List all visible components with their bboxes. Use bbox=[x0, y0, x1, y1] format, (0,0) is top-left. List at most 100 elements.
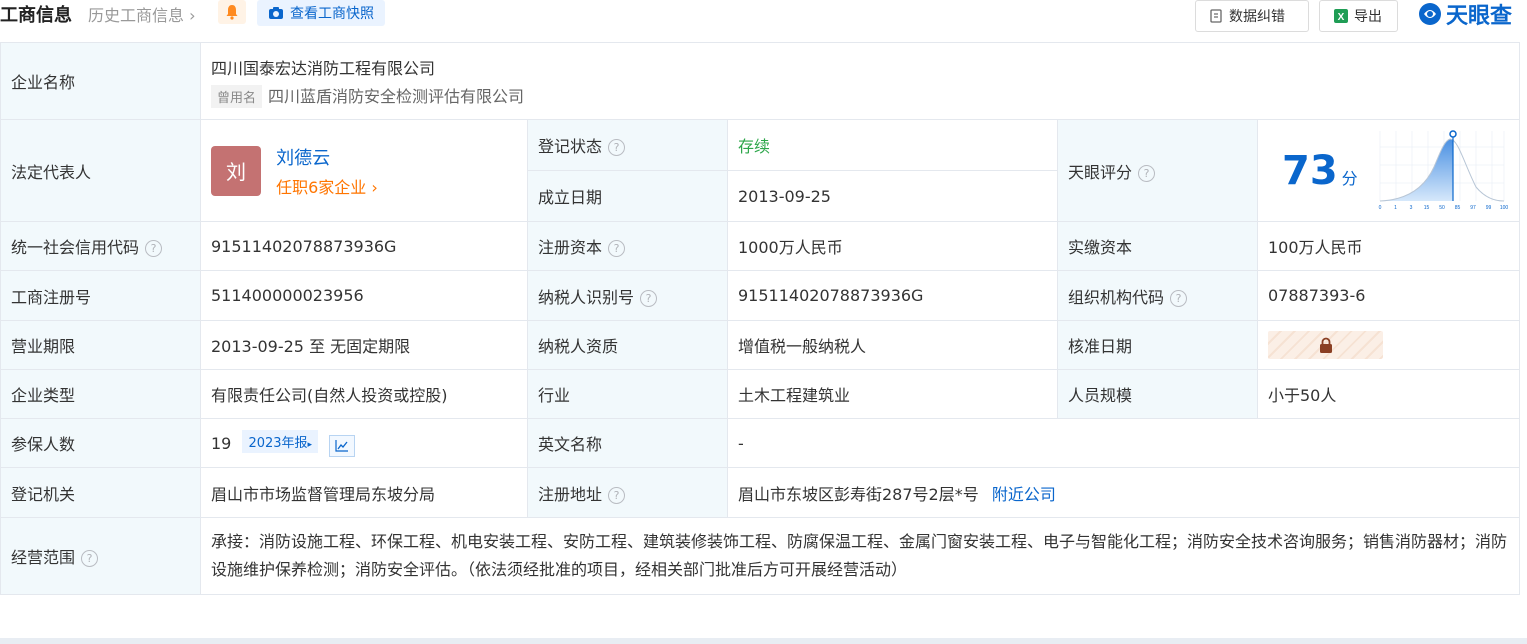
score-marker-dot bbox=[1448, 129, 1457, 138]
score-unit: 分 bbox=[1341, 168, 1358, 188]
help-icon[interactable]: ? bbox=[608, 240, 626, 257]
staff-label: 人员规模 bbox=[1057, 369, 1258, 419]
score-widget[interactable]: 73 分 0 1 3 15 50 85 97 99 100 bbox=[1268, 129, 1509, 213]
table-row: 企业类型 有限责任公司(自然人投资或控股) 行业 土木工程建筑业 人员规模 小于… bbox=[0, 369, 1521, 419]
legal-rep-name[interactable]: 刘德云 bbox=[276, 144, 378, 170]
nearby-companies-link[interactable]: 附近公司 bbox=[992, 485, 1056, 504]
authority-value: 眉山市市场监督管理局东坡分局 bbox=[200, 467, 528, 518]
chevron-right-icon: › bbox=[371, 177, 378, 197]
credit-value: 91511402078873936G bbox=[200, 221, 528, 271]
org-code-value: 07887393-6 bbox=[1256, 270, 1521, 321]
data-error-button[interactable]: 数据纠错 bbox=[1195, 0, 1309, 32]
former-name-tag: 曾用名 bbox=[211, 84, 263, 108]
industry-value: 土木工程建筑业 bbox=[727, 369, 1058, 419]
type-label: 企业类型 bbox=[0, 369, 201, 419]
insured-value: 19 bbox=[211, 433, 232, 453]
score-axis-tick: 1 bbox=[1394, 205, 1397, 211]
camera-icon bbox=[269, 7, 283, 19]
brand-logo: 天眼查 bbox=[1418, 0, 1513, 29]
score-display: 73 分 bbox=[1268, 148, 1358, 194]
found-label: 成立日期 bbox=[527, 170, 728, 222]
help-icon[interactable]: ? bbox=[1138, 164, 1156, 182]
score-label-cell: 天眼评分? bbox=[1057, 119, 1258, 222]
history-link[interactable]: 历史工商信息 › bbox=[88, 2, 196, 26]
line-chart-icon bbox=[335, 439, 349, 452]
address-cell: 眉山市东坡区彭寿街287号2层*号 附近公司 bbox=[726, 467, 1521, 518]
history-label: 历史工商信息 bbox=[88, 6, 185, 25]
chevron-right-icon: › bbox=[189, 6, 196, 25]
legal-rep-jobs-link[interactable]: 任职6家企业 › bbox=[276, 174, 378, 198]
reg-capital-label-cell: 注册资本? bbox=[527, 221, 728, 271]
brand-name: 天眼查 bbox=[1446, 4, 1513, 29]
industry-label: 行业 bbox=[527, 369, 728, 419]
reg-no-label: 工商注册号 bbox=[0, 270, 201, 321]
paid-capital-value: 100万人民币 bbox=[1256, 221, 1521, 271]
status-value: 存续 bbox=[738, 137, 771, 156]
score-axis-tick: 99 bbox=[1485, 205, 1491, 211]
scope-label: 经营范围 bbox=[11, 548, 76, 567]
help-icon[interactable]: ? bbox=[145, 240, 163, 257]
staff-value: 小于50人 bbox=[1256, 369, 1521, 419]
legal-rep-label: 法定代表人 bbox=[0, 119, 201, 222]
status-cell: 存续 bbox=[727, 119, 1058, 171]
score-cell: 73 分 0 1 3 15 50 85 97 99 100 bbox=[1256, 119, 1521, 222]
table-row: 经营范围? 承接：消防设施工程、环保工程、机电安装工程、安防工程、建筑装修装饰工… bbox=[0, 517, 1521, 595]
insured-cell: 19 2023年报▸ bbox=[200, 418, 528, 468]
reg-capital-label: 注册资本 bbox=[538, 238, 603, 257]
play-icon: ▸ bbox=[307, 439, 313, 450]
export-button[interactable]: X 导出 bbox=[1319, 0, 1398, 32]
svg-text:X: X bbox=[1338, 12, 1345, 23]
reg-capital-value: 1000万人民币 bbox=[727, 221, 1058, 271]
table-row: 参保人数 19 2023年报▸ 英文名称 - bbox=[0, 418, 1521, 468]
credit-label: 统一社会信用代码 bbox=[11, 238, 140, 257]
table-row: 营业期限 2013-09-25 至 无固定期限 纳税人资质 增值税一般纳税人 核… bbox=[0, 320, 1521, 370]
edit-doc-icon bbox=[1210, 9, 1222, 23]
english-value: - bbox=[726, 418, 1521, 468]
score-axis-tick: 97 bbox=[1470, 205, 1476, 211]
table-row: 法定代表人 刘 刘德云 任职6家企业 › 登记状态? 存续 天眼评分? 73分 bbox=[0, 119, 1521, 222]
notify-button[interactable] bbox=[218, 0, 246, 24]
legal-rep-info: 刘德云 任职6家企业 › bbox=[276, 144, 378, 198]
help-icon[interactable]: ? bbox=[81, 550, 99, 567]
annual-report-button[interactable]: 2023年报▸ bbox=[242, 429, 319, 453]
table-row: 工商注册号 511400000023956 纳税人识别号? 9151140207… bbox=[0, 270, 1521, 321]
table-row: 统一社会信用代码? 91511402078873936G 注册资本? 1000万… bbox=[0, 221, 1521, 271]
legal-rep-cell: 刘 刘德云 任职6家企业 › bbox=[200, 119, 528, 222]
approve-date-locked[interactable] bbox=[1268, 331, 1383, 359]
type-value: 有限责任公司(自然人投资或控股) bbox=[200, 369, 528, 419]
score-axis-tick: 85 bbox=[1454, 205, 1460, 211]
score-axis-tick: 0 bbox=[1378, 205, 1381, 211]
english-label: 英文名称 bbox=[527, 418, 728, 468]
export-label: 导出 bbox=[1354, 9, 1382, 25]
reg-no-value: 511400000023956 bbox=[200, 270, 528, 321]
tax-quality-label: 纳税人资质 bbox=[527, 320, 728, 370]
trend-button[interactable] bbox=[329, 434, 356, 457]
help-icon[interactable]: ? bbox=[608, 486, 626, 504]
taxpayer-id-label-cell: 纳税人识别号? bbox=[527, 270, 728, 321]
help-icon[interactable]: ? bbox=[1170, 289, 1188, 307]
insured-label: 参保人数 bbox=[0, 418, 201, 468]
help-icon[interactable]: ? bbox=[640, 289, 658, 307]
avatar[interactable]: 刘 bbox=[211, 145, 261, 196]
legal-rep-jobs: 任职6家企业 bbox=[276, 177, 367, 197]
status-label-cell: 登记状态? bbox=[527, 119, 728, 171]
score-label: 天眼评分 bbox=[1068, 162, 1133, 182]
org-code-label: 组织机构代码 bbox=[1068, 287, 1165, 307]
table-row: 登记机关 眉山市市场监督管理局东坡分局 注册地址? 眉山市东坡区彭寿街287号2… bbox=[0, 467, 1521, 518]
former-name-row: 曾用名 四川蓝盾消防安全检测评估有限公司 bbox=[211, 83, 1509, 108]
address-label-cell: 注册地址? bbox=[527, 467, 728, 518]
former-name: 四川蓝盾消防安全检测评估有限公司 bbox=[268, 86, 525, 106]
score-value: 73 bbox=[1282, 147, 1338, 194]
snapshot-button[interactable]: 查看工商快照 bbox=[257, 0, 385, 26]
scope-value: 承接：消防设施工程、环保工程、机电安装工程、安防工程、建筑装修装饰工程、防腐保温… bbox=[199, 517, 1521, 595]
approve-date-label: 核准日期 bbox=[1057, 320, 1258, 370]
address-value: 眉山市东坡区彭寿街287号2层*号 bbox=[738, 484, 979, 504]
business-info-table: 企业名称 四川国泰宏达消防工程有限公司 曾用名 四川蓝盾消防安全检测评估有限公司 … bbox=[0, 42, 1521, 595]
annual-report-label: 2023年报 bbox=[248, 435, 308, 451]
found-value: 2013-09-25 bbox=[727, 170, 1058, 222]
tax-quality-value: 增值税一般纳税人 bbox=[727, 320, 1058, 370]
help-icon[interactable]: ? bbox=[608, 139, 626, 156]
score-axis-tick: 3 bbox=[1409, 205, 1412, 211]
org-code-label-cell: 组织机构代码? bbox=[1057, 270, 1258, 321]
section-header: 工商信息 历史工商信息 › 查看工商快照 数据纠错 X 导出 天眼查 bbox=[0, 0, 1527, 36]
